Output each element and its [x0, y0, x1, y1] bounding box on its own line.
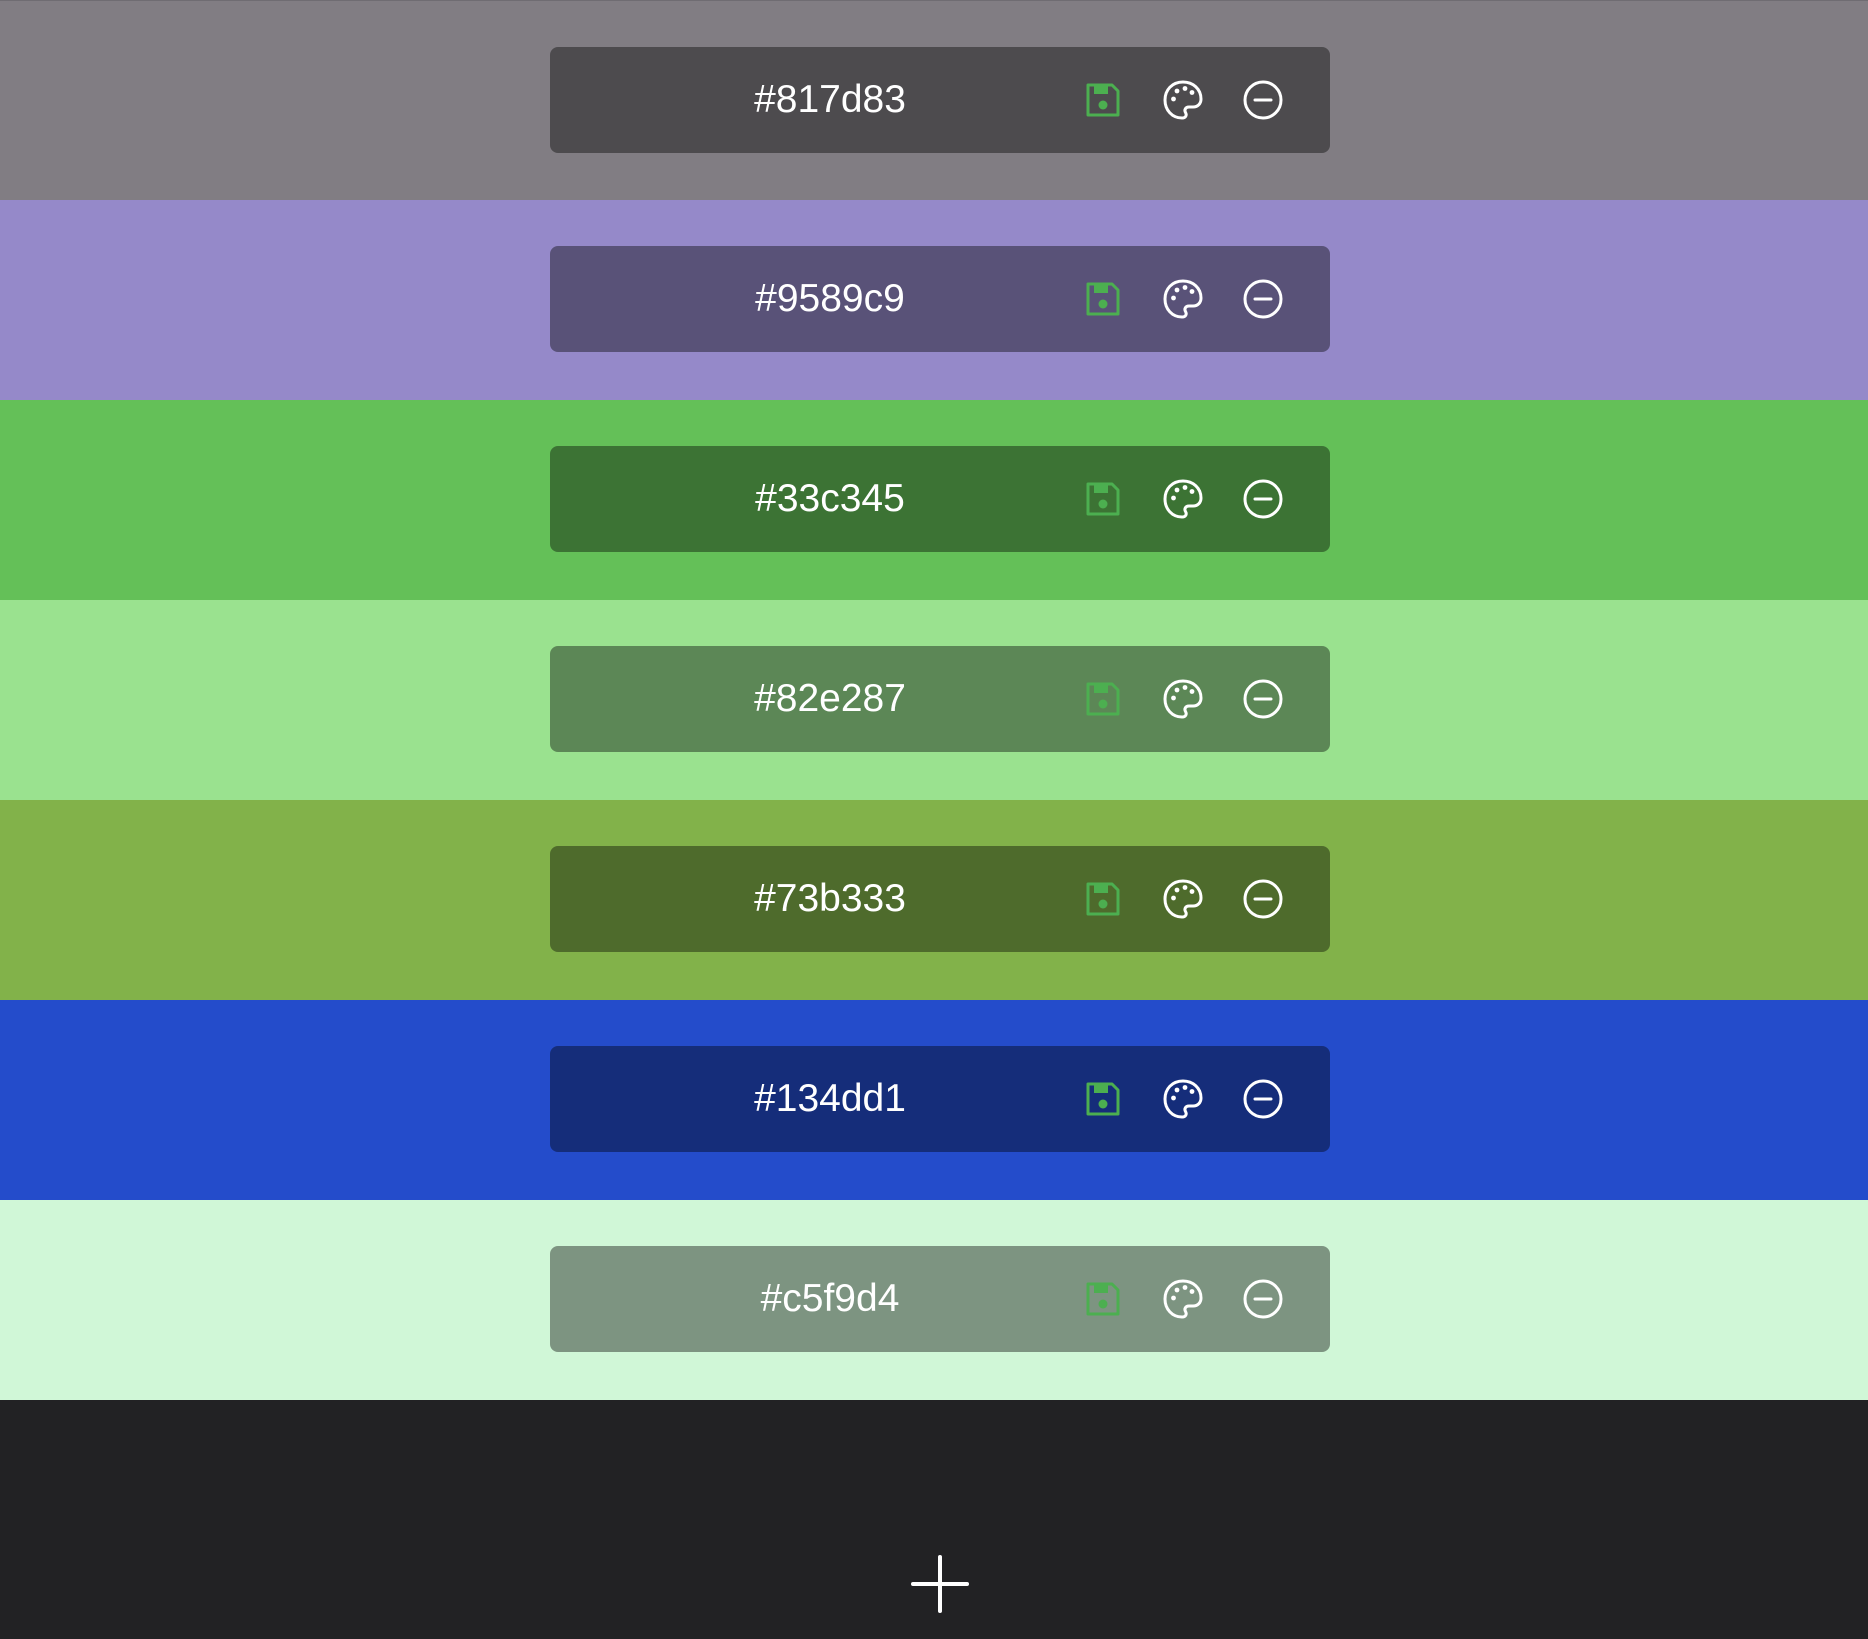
hex-value-label[interactable]: #c5f9d4: [550, 1246, 1110, 1352]
remove-color-button[interactable]: [1239, 875, 1287, 923]
pick-color-button[interactable]: [1159, 1075, 1207, 1123]
palette-icon: [1161, 877, 1205, 921]
save-color-button[interactable]: [1079, 1275, 1127, 1323]
color-toolbar: #c5f9d4: [550, 1246, 1330, 1352]
hex-value-label[interactable]: #82e287: [550, 646, 1110, 752]
pick-color-button[interactable]: [1159, 76, 1207, 124]
save-color-button[interactable]: [1079, 875, 1127, 923]
pick-color-button[interactable]: [1159, 1275, 1207, 1323]
remove-color-button[interactable]: [1239, 1075, 1287, 1123]
color-stripe[interactable]: #c5f9d4: [0, 1200, 1868, 1400]
pick-color-button[interactable]: [1159, 275, 1207, 323]
floppy-disk-icon: [1084, 81, 1122, 119]
color-toolbar: #134dd1: [550, 1046, 1330, 1152]
pick-color-button[interactable]: [1159, 475, 1207, 523]
palette-icon: [1161, 677, 1205, 721]
minus-circle-icon: [1241, 477, 1285, 521]
remove-color-button[interactable]: [1239, 1275, 1287, 1323]
hex-value-label[interactable]: #33c345: [550, 446, 1110, 552]
add-color-button[interactable]: [904, 1548, 976, 1620]
color-stripe[interactable]: #134dd1: [0, 1000, 1868, 1200]
hex-value-label[interactable]: #73b333: [550, 846, 1110, 952]
floppy-disk-icon: [1084, 680, 1122, 718]
color-stripe[interactable]: #817d83: [0, 0, 1868, 200]
minus-circle-icon: [1241, 78, 1285, 122]
pick-color-button[interactable]: [1159, 875, 1207, 923]
color-stripe[interactable]: #73b333: [0, 800, 1868, 1000]
floppy-disk-icon: [1084, 880, 1122, 918]
remove-color-button[interactable]: [1239, 475, 1287, 523]
remove-color-button[interactable]: [1239, 275, 1287, 323]
color-toolbar: #817d83: [550, 47, 1330, 153]
color-stripe[interactable]: #9589c9: [0, 200, 1868, 400]
remove-color-button[interactable]: [1239, 675, 1287, 723]
color-stripe[interactable]: #82e287: [0, 600, 1868, 800]
hex-value-label[interactable]: #9589c9: [550, 246, 1110, 352]
pick-color-button[interactable]: [1159, 675, 1207, 723]
palette-icon: [1161, 477, 1205, 521]
color-toolbar: #73b333: [550, 846, 1330, 952]
save-color-button[interactable]: [1079, 675, 1127, 723]
save-color-button[interactable]: [1079, 76, 1127, 124]
floppy-disk-icon: [1084, 280, 1122, 318]
minus-circle-icon: [1241, 677, 1285, 721]
save-color-button[interactable]: [1079, 475, 1127, 523]
floppy-disk-icon: [1084, 1280, 1122, 1318]
minus-circle-icon: [1241, 1277, 1285, 1321]
palette-icon: [1161, 1277, 1205, 1321]
hex-value-label[interactable]: #817d83: [550, 47, 1110, 153]
hex-value-label[interactable]: #134dd1: [550, 1046, 1110, 1152]
minus-circle-icon: [1241, 277, 1285, 321]
color-toolbar: #33c345: [550, 446, 1330, 552]
minus-circle-icon: [1241, 1077, 1285, 1121]
plus-icon: [911, 1555, 969, 1613]
palette-icon: [1161, 78, 1205, 122]
color-stripe[interactable]: #33c345: [0, 400, 1868, 600]
color-toolbar: #9589c9: [550, 246, 1330, 352]
save-color-button[interactable]: [1079, 1075, 1127, 1123]
color-stripe-list: #817d83 #9589c9 #33c345 #82e287 #73b333: [0, 0, 1868, 1400]
save-color-button[interactable]: [1079, 275, 1127, 323]
minus-circle-icon: [1241, 877, 1285, 921]
palette-icon: [1161, 277, 1205, 321]
palette-icon: [1161, 1077, 1205, 1121]
floppy-disk-icon: [1084, 1080, 1122, 1118]
color-toolbar: #82e287: [550, 646, 1330, 752]
remove-color-button[interactable]: [1239, 76, 1287, 124]
floppy-disk-icon: [1084, 480, 1122, 518]
